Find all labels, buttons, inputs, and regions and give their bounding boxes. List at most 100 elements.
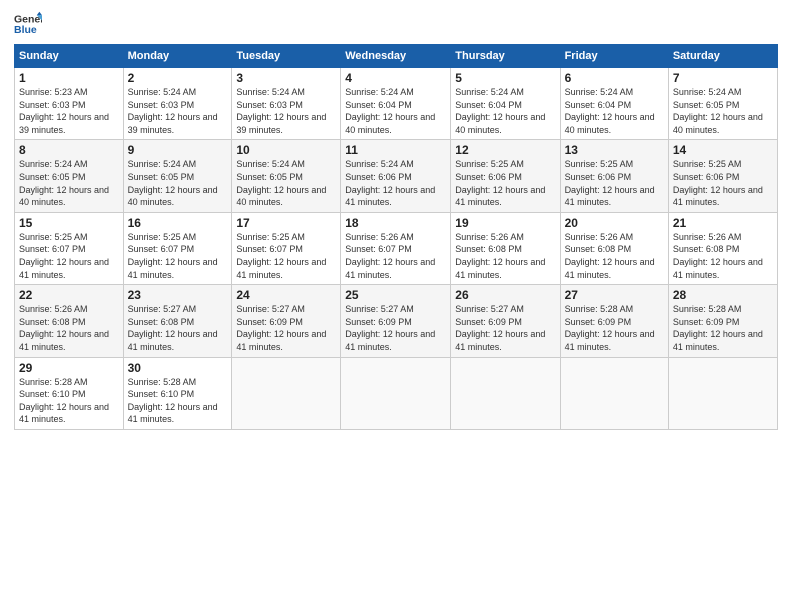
calendar-cell: 25Sunrise: 5:27 AMSunset: 6:09 PMDayligh… — [341, 285, 451, 357]
calendar-cell: 19Sunrise: 5:26 AMSunset: 6:08 PMDayligh… — [451, 212, 560, 284]
day-info: Sunrise: 5:25 AMSunset: 6:06 PMDaylight:… — [565, 158, 664, 208]
day-info: Sunrise: 5:24 AMSunset: 6:04 PMDaylight:… — [455, 86, 555, 136]
calendar-cell: 12Sunrise: 5:25 AMSunset: 6:06 PMDayligh… — [451, 140, 560, 212]
day-info: Sunrise: 5:27 AMSunset: 6:09 PMDaylight:… — [345, 303, 446, 353]
calendar-cell: 26Sunrise: 5:27 AMSunset: 6:09 PMDayligh… — [451, 285, 560, 357]
calendar-cell: 7Sunrise: 5:24 AMSunset: 6:05 PMDaylight… — [668, 68, 777, 140]
day-number: 12 — [455, 143, 555, 157]
day-number: 26 — [455, 288, 555, 302]
day-number: 19 — [455, 216, 555, 230]
day-info: Sunrise: 5:27 AMSunset: 6:09 PMDaylight:… — [236, 303, 336, 353]
column-header-thursday: Thursday — [451, 45, 560, 68]
day-info: Sunrise: 5:25 AMSunset: 6:06 PMDaylight:… — [673, 158, 773, 208]
day-info: Sunrise: 5:25 AMSunset: 6:07 PMDaylight:… — [236, 231, 336, 281]
day-number: 15 — [19, 216, 119, 230]
logo: General Blue — [14, 10, 42, 38]
calendar-cell: 16Sunrise: 5:25 AMSunset: 6:07 PMDayligh… — [123, 212, 232, 284]
day-info: Sunrise: 5:26 AMSunset: 6:07 PMDaylight:… — [345, 231, 446, 281]
column-header-monday: Monday — [123, 45, 232, 68]
day-info: Sunrise: 5:26 AMSunset: 6:08 PMDaylight:… — [19, 303, 119, 353]
day-number: 29 — [19, 361, 119, 375]
day-number: 6 — [565, 71, 664, 85]
calendar-cell: 17Sunrise: 5:25 AMSunset: 6:07 PMDayligh… — [232, 212, 341, 284]
day-info: Sunrise: 5:28 AMSunset: 6:09 PMDaylight:… — [565, 303, 664, 353]
day-number: 25 — [345, 288, 446, 302]
column-header-friday: Friday — [560, 45, 668, 68]
calendar-cell: 30Sunrise: 5:28 AMSunset: 6:10 PMDayligh… — [123, 357, 232, 429]
day-info: Sunrise: 5:24 AMSunset: 6:05 PMDaylight:… — [128, 158, 228, 208]
day-info: Sunrise: 5:26 AMSunset: 6:08 PMDaylight:… — [565, 231, 664, 281]
day-info: Sunrise: 5:28 AMSunset: 6:09 PMDaylight:… — [673, 303, 773, 353]
day-number: 17 — [236, 216, 336, 230]
calendar-cell — [560, 357, 668, 429]
calendar-week-row: 15Sunrise: 5:25 AMSunset: 6:07 PMDayligh… — [15, 212, 778, 284]
calendar-cell: 8Sunrise: 5:24 AMSunset: 6:05 PMDaylight… — [15, 140, 124, 212]
svg-text:Blue: Blue — [14, 24, 37, 36]
calendar-cell: 21Sunrise: 5:26 AMSunset: 6:08 PMDayligh… — [668, 212, 777, 284]
calendar-week-row: 29Sunrise: 5:28 AMSunset: 6:10 PMDayligh… — [15, 357, 778, 429]
day-info: Sunrise: 5:24 AMSunset: 6:05 PMDaylight:… — [673, 86, 773, 136]
calendar-cell: 28Sunrise: 5:28 AMSunset: 6:09 PMDayligh… — [668, 285, 777, 357]
column-header-wednesday: Wednesday — [341, 45, 451, 68]
day-info: Sunrise: 5:24 AMSunset: 6:06 PMDaylight:… — [345, 158, 446, 208]
calendar-week-row: 1Sunrise: 5:23 AMSunset: 6:03 PMDaylight… — [15, 68, 778, 140]
column-header-saturday: Saturday — [668, 45, 777, 68]
calendar-cell — [341, 357, 451, 429]
day-number: 2 — [128, 71, 228, 85]
day-info: Sunrise: 5:27 AMSunset: 6:08 PMDaylight:… — [128, 303, 228, 353]
day-number: 21 — [673, 216, 773, 230]
day-number: 1 — [19, 71, 119, 85]
calendar-week-row: 8Sunrise: 5:24 AMSunset: 6:05 PMDaylight… — [15, 140, 778, 212]
day-info: Sunrise: 5:24 AMSunset: 6:04 PMDaylight:… — [565, 86, 664, 136]
day-number: 5 — [455, 71, 555, 85]
page-container: General Blue SundayMondayTuesdayWednesda… — [0, 0, 792, 612]
day-number: 16 — [128, 216, 228, 230]
calendar-cell: 10Sunrise: 5:24 AMSunset: 6:05 PMDayligh… — [232, 140, 341, 212]
day-info: Sunrise: 5:28 AMSunset: 6:10 PMDaylight:… — [19, 376, 119, 426]
day-info: Sunrise: 5:24 AMSunset: 6:04 PMDaylight:… — [345, 86, 446, 136]
day-number: 13 — [565, 143, 664, 157]
calendar-cell: 18Sunrise: 5:26 AMSunset: 6:07 PMDayligh… — [341, 212, 451, 284]
day-info: Sunrise: 5:24 AMSunset: 6:05 PMDaylight:… — [19, 158, 119, 208]
day-number: 10 — [236, 143, 336, 157]
calendar-cell — [668, 357, 777, 429]
day-number: 4 — [345, 71, 446, 85]
day-info: Sunrise: 5:23 AMSunset: 6:03 PMDaylight:… — [19, 86, 119, 136]
day-info: Sunrise: 5:25 AMSunset: 6:06 PMDaylight:… — [455, 158, 555, 208]
day-number: 18 — [345, 216, 446, 230]
day-number: 28 — [673, 288, 773, 302]
day-number: 24 — [236, 288, 336, 302]
day-number: 27 — [565, 288, 664, 302]
logo-icon: General Blue — [14, 10, 42, 38]
column-header-sunday: Sunday — [15, 45, 124, 68]
day-number: 23 — [128, 288, 228, 302]
calendar-cell — [232, 357, 341, 429]
calendar-cell: 9Sunrise: 5:24 AMSunset: 6:05 PMDaylight… — [123, 140, 232, 212]
calendar-cell: 2Sunrise: 5:24 AMSunset: 6:03 PMDaylight… — [123, 68, 232, 140]
day-info: Sunrise: 5:28 AMSunset: 6:10 PMDaylight:… — [128, 376, 228, 426]
calendar-cell: 3Sunrise: 5:24 AMSunset: 6:03 PMDaylight… — [232, 68, 341, 140]
calendar-table: SundayMondayTuesdayWednesdayThursdayFrid… — [14, 44, 778, 430]
calendar-cell: 6Sunrise: 5:24 AMSunset: 6:04 PMDaylight… — [560, 68, 668, 140]
column-header-tuesday: Tuesday — [232, 45, 341, 68]
calendar-header-row: SundayMondayTuesdayWednesdayThursdayFrid… — [15, 45, 778, 68]
calendar-cell: 11Sunrise: 5:24 AMSunset: 6:06 PMDayligh… — [341, 140, 451, 212]
day-number: 7 — [673, 71, 773, 85]
calendar-cell: 27Sunrise: 5:28 AMSunset: 6:09 PMDayligh… — [560, 285, 668, 357]
day-number: 9 — [128, 143, 228, 157]
header: General Blue — [14, 10, 778, 38]
calendar-cell — [451, 357, 560, 429]
day-number: 14 — [673, 143, 773, 157]
calendar-cell: 1Sunrise: 5:23 AMSunset: 6:03 PMDaylight… — [15, 68, 124, 140]
day-info: Sunrise: 5:25 AMSunset: 6:07 PMDaylight:… — [19, 231, 119, 281]
calendar-week-row: 22Sunrise: 5:26 AMSunset: 6:08 PMDayligh… — [15, 285, 778, 357]
calendar-cell: 22Sunrise: 5:26 AMSunset: 6:08 PMDayligh… — [15, 285, 124, 357]
calendar-cell: 29Sunrise: 5:28 AMSunset: 6:10 PMDayligh… — [15, 357, 124, 429]
calendar-cell: 5Sunrise: 5:24 AMSunset: 6:04 PMDaylight… — [451, 68, 560, 140]
day-info: Sunrise: 5:24 AMSunset: 6:03 PMDaylight:… — [236, 86, 336, 136]
day-info: Sunrise: 5:24 AMSunset: 6:05 PMDaylight:… — [236, 158, 336, 208]
calendar-cell: 4Sunrise: 5:24 AMSunset: 6:04 PMDaylight… — [341, 68, 451, 140]
calendar-cell: 13Sunrise: 5:25 AMSunset: 6:06 PMDayligh… — [560, 140, 668, 212]
day-number: 30 — [128, 361, 228, 375]
day-info: Sunrise: 5:24 AMSunset: 6:03 PMDaylight:… — [128, 86, 228, 136]
